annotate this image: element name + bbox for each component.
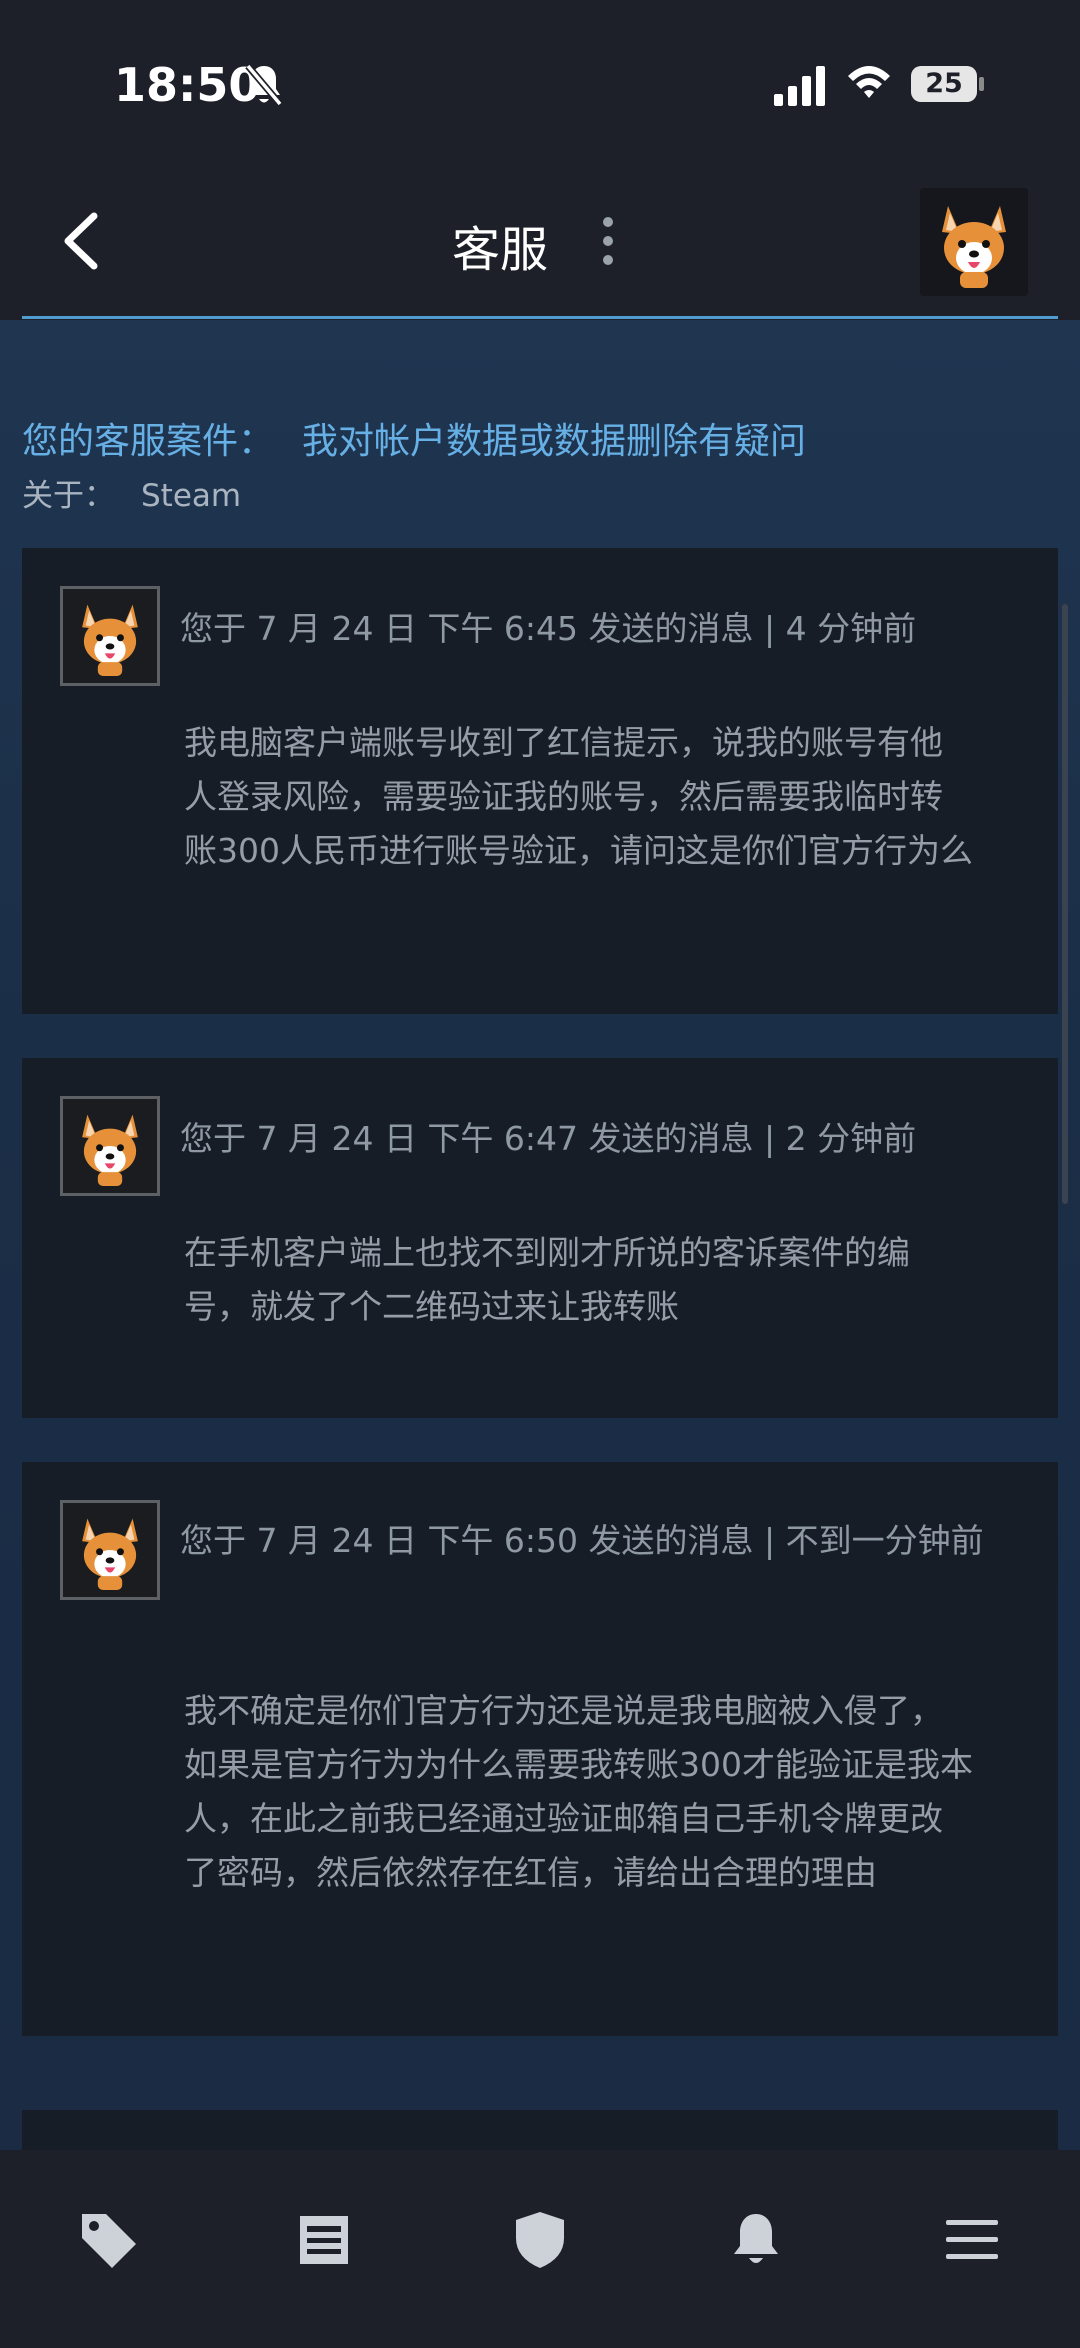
- message-body: 在手机客户端上也找不到刚才所说的客诉案件的编号，就发了个二维码过来让我转账: [184, 1233, 910, 1326]
- message-card: 您于 7 月 24 日 下午 6:47 发送的消息 | 2 分钟前 在手机客户端…: [22, 1058, 1058, 1418]
- bell-icon[interactable]: [724, 2208, 788, 2272]
- message-meta: 您于 7 月 24 日 下午 6:50 发送的消息 | 不到一分钟前: [180, 1521, 984, 1560]
- about-label: 关于：: [22, 478, 115, 514]
- app-header: 客服: [0, 170, 1080, 320]
- message-card: [22, 2110, 1058, 2150]
- message-avatar: [60, 1096, 160, 1196]
- wifi-icon: [848, 66, 890, 98]
- menu-icon[interactable]: [940, 2208, 1004, 2272]
- bottom-navigation: [0, 2150, 1080, 2348]
- signal-icon: [774, 66, 825, 106]
- bell-off-icon: [245, 63, 283, 107]
- message-avatar: [60, 1500, 160, 1600]
- back-icon[interactable]: [58, 210, 108, 272]
- tag-icon[interactable]: [76, 2208, 140, 2272]
- status-time: 18:50: [114, 58, 261, 112]
- status-bar: 18:50 25: [0, 0, 1080, 170]
- case-label: 您的客服案件：: [22, 421, 275, 462]
- corgi-avatar-icon: [82, 604, 138, 677]
- header-divider: [22, 316, 1058, 319]
- user-avatar[interactable]: [920, 188, 1028, 296]
- corgi-avatar-icon: [82, 1114, 138, 1187]
- message-avatar: [60, 586, 160, 686]
- shield-icon[interactable]: [508, 2208, 572, 2272]
- message-card: 您于 7 月 24 日 下午 6:50 发送的消息 | 不到一分钟前 我不确定是…: [22, 1462, 1058, 2036]
- message-card: 您于 7 月 24 日 下午 6:45 发送的消息 | 4 分钟前 我电脑客户端…: [22, 548, 1058, 1014]
- battery-level: 25: [925, 68, 963, 99]
- message-body: 我不确定是你们官方行为还是说是我电脑被入侵了，如果是官方行为为什么需要我转账30…: [184, 1691, 973, 1892]
- corgi-avatar-icon: [82, 1518, 138, 1591]
- support-ticket-content: 您的客服案件： 我对帐户数据或数据删除有疑问 关于： Steam 您于 7 月 24…: [0, 320, 1080, 2150]
- case-subject-line: 您的客服案件： 我对帐户数据或数据删除有疑问: [22, 412, 806, 464]
- about-value: Steam: [141, 478, 242, 514]
- more-options-icon[interactable]: [598, 216, 618, 266]
- message-meta: 您于 7 月 24 日 下午 6:47 发送的消息 | 2 分钟前: [180, 1119, 917, 1158]
- case-about-line: 关于： Steam: [22, 470, 241, 515]
- news-icon[interactable]: [292, 2208, 356, 2272]
- corgi-avatar-icon: [942, 206, 1006, 288]
- battery-indicator: 25: [911, 66, 984, 102]
- case-subject: 我对帐户数据或数据删除有疑问: [302, 421, 807, 462]
- message-body: 我电脑客户端账号收到了红信提示，说我的账号有他人登录风险，需要验证我的账号，然后…: [184, 723, 973, 870]
- message-meta: 您于 7 月 24 日 下午 6:45 发送的消息 | 4 分钟前: [180, 609, 917, 648]
- scrollbar[interactable]: [1062, 604, 1068, 1204]
- page-title: 客服: [452, 222, 549, 278]
